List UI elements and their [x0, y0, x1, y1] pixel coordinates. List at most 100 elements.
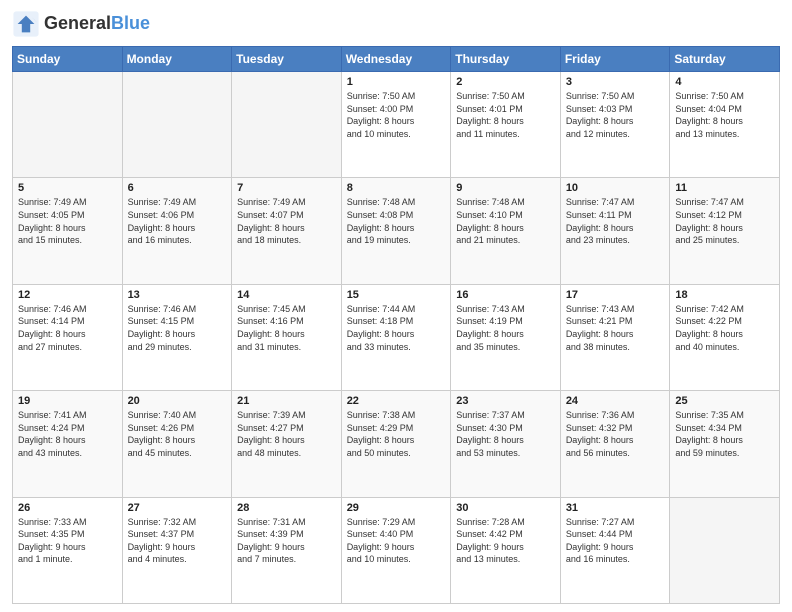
week-row-4: 19 Sunrise: 7:41 AM Sunset: 4:24 PM Dayli… [13, 391, 780, 497]
day-number: 16 [456, 289, 555, 301]
day-number: 26 [18, 502, 117, 514]
day-number: 7 [237, 182, 336, 194]
day-info: Sunrise: 7:28 AM Sunset: 4:42 PM Dayligh… [456, 516, 555, 566]
day-number: 23 [456, 395, 555, 407]
day-info: Sunrise: 7:45 AM Sunset: 4:16 PM Dayligh… [237, 303, 336, 353]
day-info: Sunrise: 7:36 AM Sunset: 4:32 PM Dayligh… [566, 409, 665, 459]
day-cell: 22 Sunrise: 7:38 AM Sunset: 4:29 PM Dayli… [341, 391, 451, 497]
day-cell: 30 Sunrise: 7:28 AM Sunset: 4:42 PM Dayli… [451, 497, 561, 603]
day-cell: 27 Sunrise: 7:32 AM Sunset: 4:37 PM Dayli… [122, 497, 232, 603]
day-cell [122, 72, 232, 178]
day-info: Sunrise: 7:50 AM Sunset: 4:01 PM Dayligh… [456, 90, 555, 140]
weekday-sunday: Sunday [13, 47, 123, 72]
day-cell: 18 Sunrise: 7:42 AM Sunset: 4:22 PM Dayli… [670, 284, 780, 390]
day-info: Sunrise: 7:41 AM Sunset: 4:24 PM Dayligh… [18, 409, 117, 459]
day-number: 21 [237, 395, 336, 407]
day-info: Sunrise: 7:50 AM Sunset: 4:03 PM Dayligh… [566, 90, 665, 140]
weekday-wednesday: Wednesday [341, 47, 451, 72]
day-cell: 8 Sunrise: 7:48 AM Sunset: 4:08 PM Daylig… [341, 178, 451, 284]
logo-icon [12, 10, 40, 38]
day-cell: 17 Sunrise: 7:43 AM Sunset: 4:21 PM Dayli… [560, 284, 670, 390]
day-cell: 26 Sunrise: 7:33 AM Sunset: 4:35 PM Dayli… [13, 497, 123, 603]
day-number: 24 [566, 395, 665, 407]
day-cell: 14 Sunrise: 7:45 AM Sunset: 4:16 PM Dayli… [232, 284, 342, 390]
day-number: 1 [347, 76, 446, 88]
day-number: 20 [128, 395, 227, 407]
day-info: Sunrise: 7:50 AM Sunset: 4:00 PM Dayligh… [347, 90, 446, 140]
day-info: Sunrise: 7:29 AM Sunset: 4:40 PM Dayligh… [347, 516, 446, 566]
day-info: Sunrise: 7:33 AM Sunset: 4:35 PM Dayligh… [18, 516, 117, 566]
day-number: 15 [347, 289, 446, 301]
day-cell: 16 Sunrise: 7:43 AM Sunset: 4:19 PM Dayli… [451, 284, 561, 390]
day-number: 9 [456, 182, 555, 194]
day-number: 27 [128, 502, 227, 514]
weekday-saturday: Saturday [670, 47, 780, 72]
day-info: Sunrise: 7:43 AM Sunset: 4:19 PM Dayligh… [456, 303, 555, 353]
logo: GeneralBlue [12, 10, 150, 38]
day-info: Sunrise: 7:47 AM Sunset: 4:12 PM Dayligh… [675, 196, 774, 246]
day-info: Sunrise: 7:35 AM Sunset: 4:34 PM Dayligh… [675, 409, 774, 459]
day-info: Sunrise: 7:48 AM Sunset: 4:10 PM Dayligh… [456, 196, 555, 246]
day-cell: 2Sunrise: 7:50 AM Sunset: 4:01 PM Daylig… [451, 72, 561, 178]
day-cell [13, 72, 123, 178]
day-info: Sunrise: 7:39 AM Sunset: 4:27 PM Dayligh… [237, 409, 336, 459]
day-cell: 12Sunrise: 7:46 AM Sunset: 4:14 PM Dayli… [13, 284, 123, 390]
day-cell: 9 Sunrise: 7:48 AM Sunset: 4:10 PM Daylig… [451, 178, 561, 284]
day-info: Sunrise: 7:31 AM Sunset: 4:39 PM Dayligh… [237, 516, 336, 566]
day-cell: 23 Sunrise: 7:37 AM Sunset: 4:30 PM Dayli… [451, 391, 561, 497]
day-number: 18 [675, 289, 774, 301]
header: GeneralBlue [12, 10, 780, 38]
day-number: 4 [675, 76, 774, 88]
day-cell: 25 Sunrise: 7:35 AM Sunset: 4:34 PM Dayli… [670, 391, 780, 497]
day-cell: 31 Sunrise: 7:27 AM Sunset: 4:44 PM Dayli… [560, 497, 670, 603]
day-cell: 6 Sunrise: 7:49 AM Sunset: 4:06 PM Daylig… [122, 178, 232, 284]
calendar-table: SundayMondayTuesdayWednesdayThursdayFrid… [12, 46, 780, 604]
weekday-header-row: SundayMondayTuesdayWednesdayThursdayFrid… [13, 47, 780, 72]
day-number: 22 [347, 395, 446, 407]
day-number: 3 [566, 76, 665, 88]
day-info: Sunrise: 7:32 AM Sunset: 4:37 PM Dayligh… [128, 516, 227, 566]
day-cell: 29Sunrise: 7:29 AM Sunset: 4:40 PM Dayli… [341, 497, 451, 603]
day-info: Sunrise: 7:49 AM Sunset: 4:07 PM Dayligh… [237, 196, 336, 246]
day-info: Sunrise: 7:49 AM Sunset: 4:06 PM Dayligh… [128, 196, 227, 246]
weekday-friday: Friday [560, 47, 670, 72]
day-number: 12 [18, 289, 117, 301]
day-number: 6 [128, 182, 227, 194]
day-cell: 20Sunrise: 7:40 AM Sunset: 4:26 PM Dayli… [122, 391, 232, 497]
day-number: 14 [237, 289, 336, 301]
day-cell: 5 Sunrise: 7:49 AM Sunset: 4:05 PM Daylig… [13, 178, 123, 284]
day-number: 13 [128, 289, 227, 301]
day-number: 31 [566, 502, 665, 514]
day-cell: 1 Sunrise: 7:50 AM Sunset: 4:00 PM Daylig… [341, 72, 451, 178]
logo-blue: Blue [111, 13, 150, 33]
day-cell: 13 Sunrise: 7:46 AM Sunset: 4:15 PM Dayli… [122, 284, 232, 390]
day-cell: 15 Sunrise: 7:44 AM Sunset: 4:18 PM Dayli… [341, 284, 451, 390]
weekday-tuesday: Tuesday [232, 47, 342, 72]
day-info: Sunrise: 7:38 AM Sunset: 4:29 PM Dayligh… [347, 409, 446, 459]
day-number: 19 [18, 395, 117, 407]
day-cell: 24 Sunrise: 7:36 AM Sunset: 4:32 PM Dayli… [560, 391, 670, 497]
day-number: 8 [347, 182, 446, 194]
day-cell: 19 Sunrise: 7:41 AM Sunset: 4:24 PM Dayli… [13, 391, 123, 497]
day-number: 5 [18, 182, 117, 194]
day-cell [670, 497, 780, 603]
logo-text: GeneralBlue [44, 14, 150, 34]
day-info: Sunrise: 7:44 AM Sunset: 4:18 PM Dayligh… [347, 303, 446, 353]
day-number: 17 [566, 289, 665, 301]
day-info: Sunrise: 7:46 AM Sunset: 4:15 PM Dayligh… [128, 303, 227, 353]
day-info: Sunrise: 7:47 AM Sunset: 4:11 PM Dayligh… [566, 196, 665, 246]
weekday-monday: Monday [122, 47, 232, 72]
day-info: Sunrise: 7:42 AM Sunset: 4:22 PM Dayligh… [675, 303, 774, 353]
day-info: Sunrise: 7:43 AM Sunset: 4:21 PM Dayligh… [566, 303, 665, 353]
day-number: 25 [675, 395, 774, 407]
day-info: Sunrise: 7:48 AM Sunset: 4:08 PM Dayligh… [347, 196, 446, 246]
day-number: 28 [237, 502, 336, 514]
week-row-1: 1 Sunrise: 7:50 AM Sunset: 4:00 PM Daylig… [13, 72, 780, 178]
day-number: 11 [675, 182, 774, 194]
day-info: Sunrise: 7:27 AM Sunset: 4:44 PM Dayligh… [566, 516, 665, 566]
page: GeneralBlue SundayMondayTuesdayWednesday… [0, 0, 792, 612]
day-info: Sunrise: 7:49 AM Sunset: 4:05 PM Dayligh… [18, 196, 117, 246]
day-cell: 3 Sunrise: 7:50 AM Sunset: 4:03 PM Daylig… [560, 72, 670, 178]
day-number: 30 [456, 502, 555, 514]
day-info: Sunrise: 7:37 AM Sunset: 4:30 PM Dayligh… [456, 409, 555, 459]
